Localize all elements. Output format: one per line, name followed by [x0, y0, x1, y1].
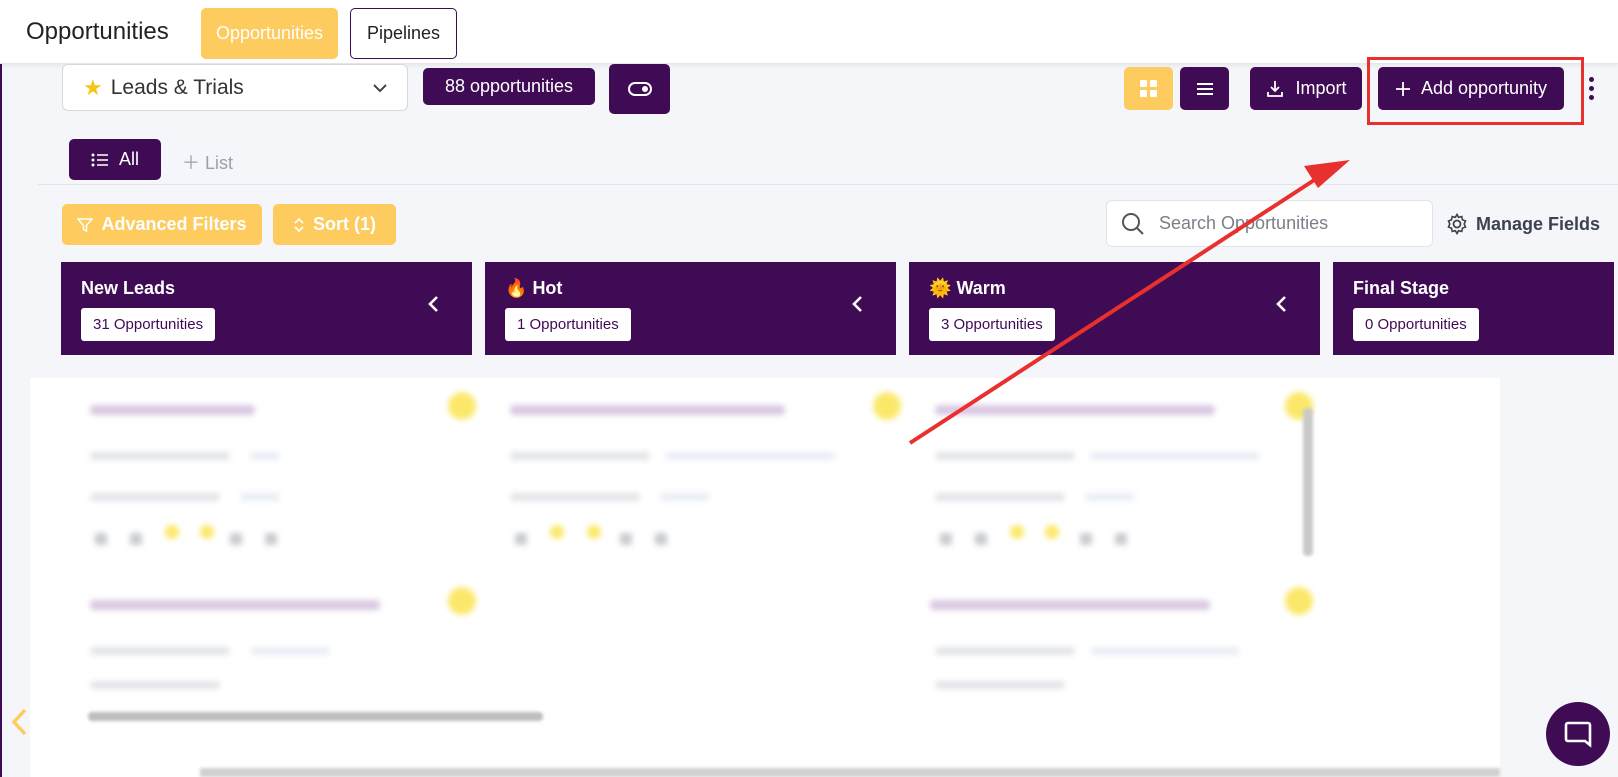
pipeline-select[interactable]: ★ Leads & Trials [62, 64, 408, 111]
view-all-label: All [118, 149, 139, 169]
stage-name: New Leads [81, 278, 176, 298]
opportunity-count-badge: 88 opportunities [423, 68, 595, 105]
filter-icon [77, 217, 94, 232]
opportunity-card[interactable] [495, 378, 915, 568]
page-title: Opportunities [26, 18, 169, 45]
stage-name: Final Stage [1353, 278, 1450, 298]
chat-button[interactable] [1546, 702, 1610, 766]
add-list-button[interactable]: ＋ List [182, 149, 233, 175]
stage-column-final-stage[interactable]: Final Stage 0 Opportunities [1333, 262, 1614, 355]
stage-count-badge: 31 Opportunities [81, 308, 216, 341]
plus-icon [1395, 81, 1410, 96]
sort-button[interactable]: Sort (1) [273, 204, 396, 245]
stage-count-badge: 0 Opportunities [1353, 308, 1479, 341]
chevron-down-icon [373, 84, 387, 93]
chevron-left-icon[interactable] [850, 292, 866, 316]
manage-fields-button[interactable]: Manage Fields [1446, 213, 1600, 235]
stage-column-warm[interactable]: 🌞 Warm 3 Opportunities [909, 262, 1320, 355]
chevron-left-icon[interactable] [8, 706, 30, 738]
opportunity-card[interactable] [70, 378, 490, 568]
stage-count-badge: 1 Opportunities [505, 308, 631, 341]
chevron-left-icon[interactable] [426, 292, 442, 316]
left-edge-divider [0, 64, 2, 777]
pipeline-select-value: Leads & Trials [110, 75, 244, 99]
toggle-icon [627, 82, 652, 96]
fire-icon: 🔥 [505, 278, 528, 298]
manage-fields-label: Manage Fields [1476, 213, 1601, 234]
download-icon [1267, 80, 1284, 97]
grid-view-button[interactable] [1124, 67, 1173, 110]
toggle-view-button[interactable] [609, 64, 670, 114]
import-label: Import [1295, 78, 1347, 98]
view-all-button[interactable]: All [69, 139, 161, 180]
more-options-icon[interactable] [1584, 70, 1598, 106]
horizontal-scrollbar[interactable] [88, 712, 543, 721]
search-box[interactable] [1106, 200, 1433, 247]
list-view-button[interactable] [1180, 67, 1229, 110]
star-icon: ★ [83, 74, 103, 100]
plus-icon: ＋ [182, 153, 206, 173]
stage-column-new-leads[interactable]: New Leads 31 Opportunities [61, 262, 472, 355]
add-list-label: List [205, 153, 234, 173]
sort-icon [294, 217, 304, 232]
advanced-filters-button[interactable]: Advanced Filters [62, 204, 262, 245]
list-icon [1196, 82, 1213, 95]
advanced-filters-label: Advanced Filters [101, 214, 247, 234]
list-bullets-icon [91, 153, 108, 166]
import-button[interactable]: Import [1250, 67, 1362, 110]
top-bar: Opportunities Opportunities Pipelines [0, 0, 1618, 64]
vertical-scrollbar[interactable] [1303, 408, 1313, 556]
opportunity-card[interactable] [920, 378, 1340, 568]
gear-icon [1447, 213, 1467, 235]
search-input[interactable] [1159, 213, 1419, 234]
grid-icon [1140, 80, 1157, 97]
add-opportunity-button[interactable]: Add opportunity [1378, 67, 1564, 110]
add-opportunity-label: Add opportunity [1420, 78, 1548, 98]
stage-name: 🔥 Hot [505, 278, 563, 298]
tab-pipelines[interactable]: Pipelines [350, 8, 457, 59]
sun-icon: 🌞 [929, 278, 952, 298]
chat-icon [1564, 721, 1592, 748]
search-icon [1122, 212, 1144, 235]
stage-column-hot[interactable]: 🔥 Hot 1 Opportunities [485, 262, 896, 355]
divider [38, 184, 1618, 185]
stage-count-badge: 3 Opportunities [929, 308, 1055, 341]
stage-name: 🌞 Warm [929, 278, 1006, 298]
page-scrollbar[interactable] [200, 768, 1500, 777]
opportunity-card[interactable] [70, 573, 490, 693]
opportunity-card[interactable] [920, 573, 1340, 693]
chevron-left-icon[interactable] [1274, 292, 1290, 316]
sort-label: Sort (1) [313, 214, 376, 234]
tab-opportunities[interactable]: Opportunities [201, 8, 338, 59]
